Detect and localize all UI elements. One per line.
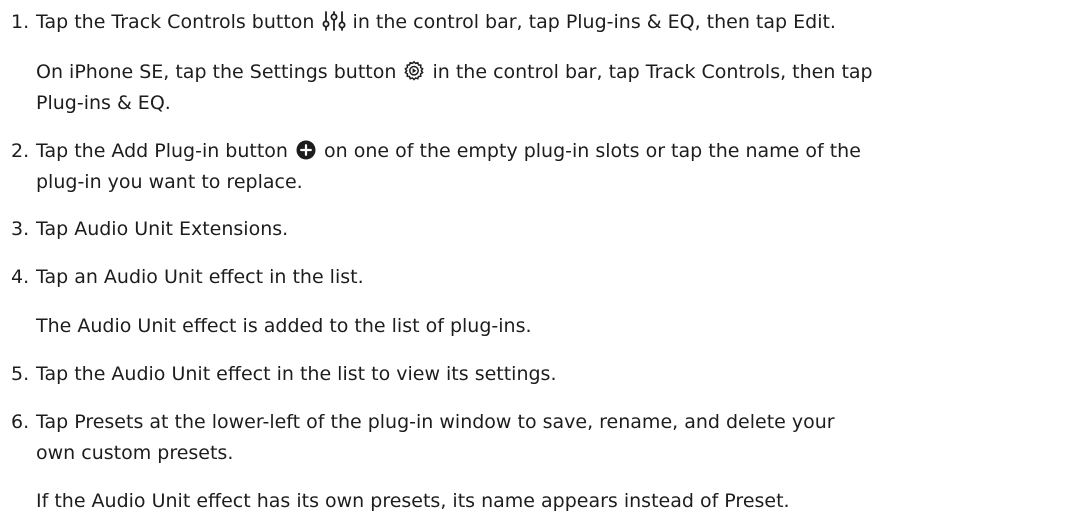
- step-text: Tap an Audio Unit effect in the list.: [36, 266, 364, 288]
- sliders-icon: [322, 10, 346, 42]
- step-text: plug-in you want to replace.: [36, 171, 303, 193]
- step-number: 2.: [11, 140, 30, 162]
- step-number: 1.: [11, 11, 30, 33]
- step-text: If the Audio Unit effect has its own pre…: [36, 490, 790, 512]
- step-text: Tap the Audio Unit effect in the list to…: [36, 363, 557, 385]
- step-text: The Audio Unit effect is added to the li…: [36, 315, 532, 337]
- step-text: own custom presets.: [36, 442, 234, 464]
- settings-gear-icon: [403, 60, 425, 92]
- step-number: 3.: [11, 218, 30, 240]
- step-number: 5.: [11, 363, 30, 385]
- step-text: Tap Presets at the lower-left of the plu…: [36, 411, 835, 433]
- step-number: 4.: [11, 266, 30, 288]
- step-text: Plug-ins & EQ.: [36, 92, 171, 114]
- step-number: 6.: [11, 411, 30, 433]
- step-text: Tap Audio Unit Extensions.: [36, 218, 289, 240]
- step-text: Tap the Track Controls button in the con…: [36, 6, 836, 42]
